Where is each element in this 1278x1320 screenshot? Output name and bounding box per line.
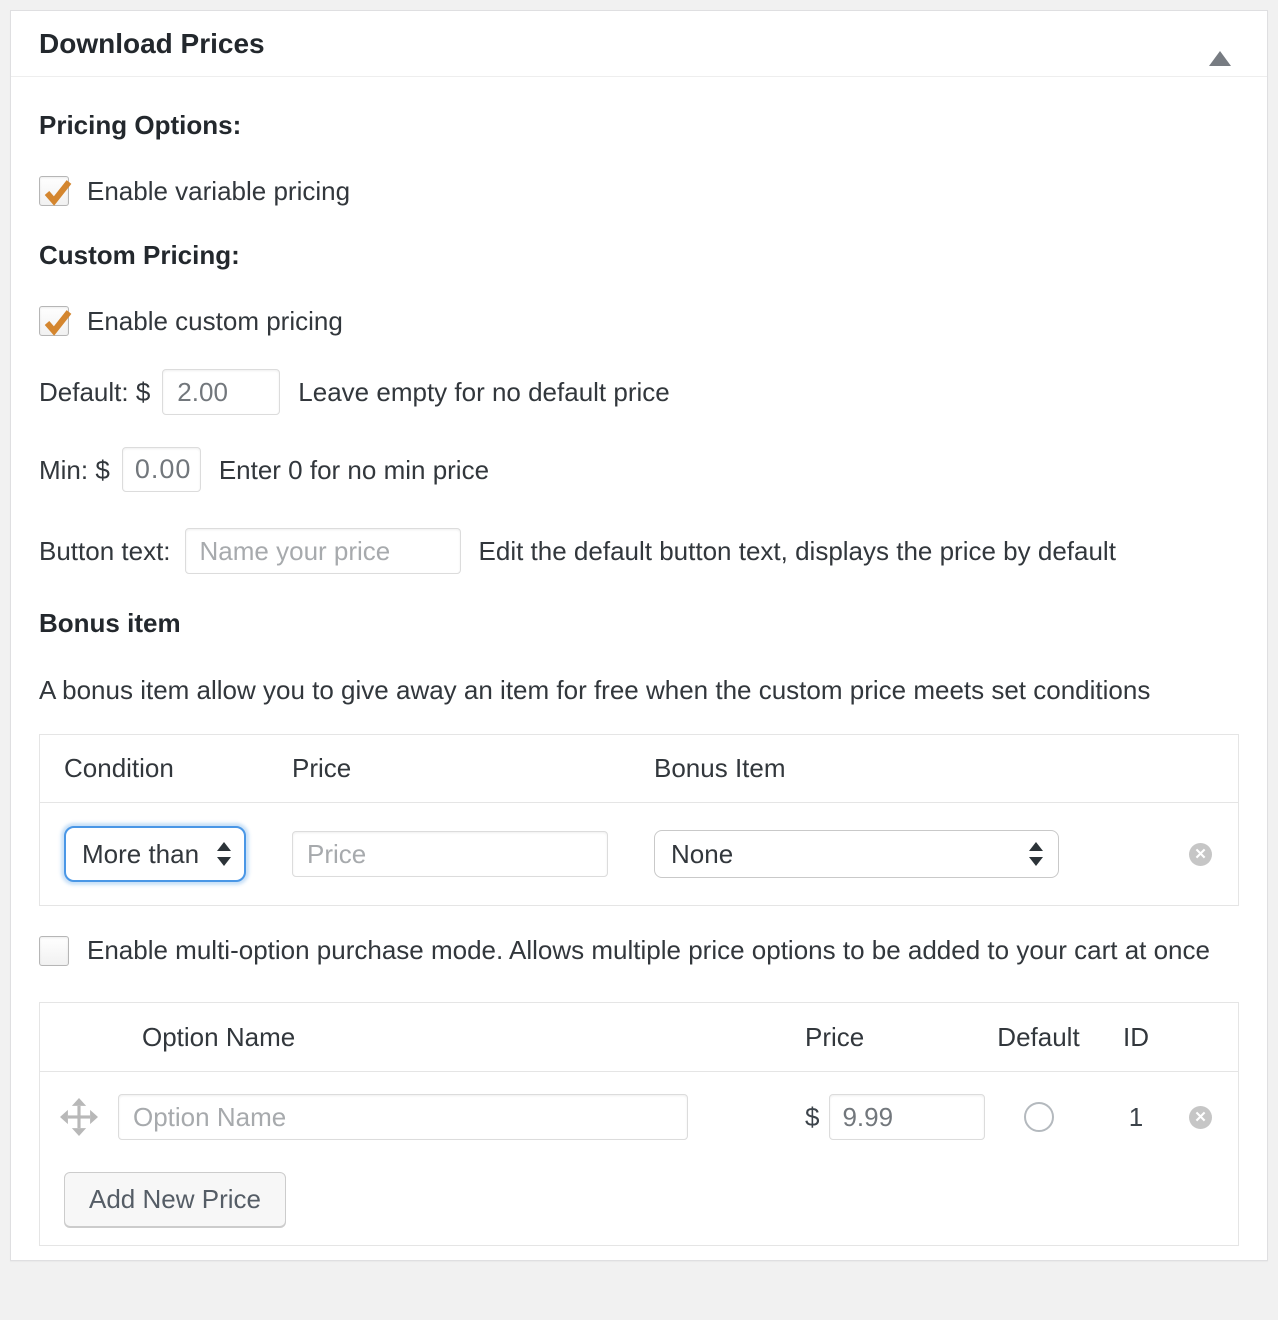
custom-pricing-enable-label: Enable custom pricing bbox=[87, 306, 343, 336]
collapse-button[interactable] bbox=[1201, 28, 1239, 59]
add-price-row: Add New Price bbox=[40, 1140, 1238, 1245]
min-price-row: Min: $ Enter 0 for no min price bbox=[39, 447, 1239, 492]
triangle-up-icon bbox=[1209, 36, 1231, 66]
metabox-header: Download Prices bbox=[11, 11, 1267, 77]
custom-pricing-row: Enable custom pricing bbox=[39, 306, 1239, 336]
min-price-input[interactable] bbox=[122, 447, 201, 492]
bonus-item-table: Condition Price Bonus Item More than bbox=[39, 734, 1239, 906]
multi-option-label: Enable multi-option purchase mode. Allow… bbox=[87, 930, 1210, 970]
custom-pricing-label: Custom Pricing: bbox=[39, 240, 1239, 270]
default-price-label: Default: $ bbox=[39, 377, 150, 407]
variable-pricing-checkbox[interactable] bbox=[39, 176, 69, 206]
option-name-column-header: Option Name bbox=[118, 1022, 733, 1053]
multi-option-checkbox[interactable] bbox=[39, 936, 69, 966]
button-text-input[interactable] bbox=[185, 528, 461, 574]
min-price-hint: Enter 0 for no min price bbox=[219, 455, 489, 485]
condition-select-value: More than bbox=[82, 839, 199, 870]
id-column-header: ID bbox=[1104, 1022, 1168, 1053]
default-price-input[interactable] bbox=[162, 369, 280, 415]
condition-select[interactable]: More than bbox=[64, 826, 246, 882]
option-name-input[interactable] bbox=[118, 1094, 688, 1140]
bonus-item-select[interactable]: None bbox=[654, 830, 1059, 878]
checkmark-icon bbox=[41, 175, 75, 209]
option-id-value: 1 bbox=[1104, 1102, 1168, 1133]
select-spinner-icon bbox=[1028, 840, 1044, 868]
multi-option-row: Enable multi-option purchase mode. Allow… bbox=[39, 936, 1239, 970]
default-price-row: Default: $ Leave empty for no default pr… bbox=[39, 369, 1239, 415]
button-text-hint: Edit the default button text, displays t… bbox=[479, 536, 1116, 566]
remove-condition-icon[interactable]: ✕ bbox=[1189, 843, 1212, 866]
checkmark-icon bbox=[41, 305, 75, 339]
custom-pricing-checkbox[interactable] bbox=[39, 306, 69, 336]
price-options-header: Option Name Price Default ID bbox=[40, 1003, 1238, 1072]
bonus-price-input[interactable] bbox=[292, 831, 608, 877]
metabox-title: Download Prices bbox=[39, 28, 265, 60]
bonus-item-heading: Bonus item bbox=[39, 608, 1239, 638]
pricing-options-label: Pricing Options: bbox=[39, 110, 1239, 140]
bonus-item-select-value: None bbox=[671, 839, 733, 870]
variable-pricing-label: Enable variable pricing bbox=[87, 176, 350, 206]
bonus-item-description: A bonus item allow you to give away an i… bbox=[39, 674, 1239, 706]
price-column-header: Price bbox=[268, 753, 630, 784]
currency-symbol: $ bbox=[805, 1102, 819, 1133]
default-price-hint: Leave empty for no default price bbox=[298, 377, 669, 407]
default-price-radio[interactable] bbox=[1024, 1102, 1054, 1132]
price-column-header: Price bbox=[733, 1022, 973, 1053]
condition-column-header: Condition bbox=[40, 753, 268, 784]
variable-pricing-row: Enable variable pricing bbox=[39, 176, 1239, 206]
remove-option-icon[interactable]: ✕ bbox=[1189, 1106, 1212, 1129]
bonus-item-column-header: Bonus Item bbox=[630, 753, 1164, 784]
bonus-table-header: Condition Price Bonus Item bbox=[40, 735, 1238, 803]
add-new-price-button[interactable]: Add New Price bbox=[64, 1172, 286, 1227]
bonus-condition-row: More than None bbox=[40, 803, 1238, 905]
price-options-table: Option Name Price Default ID bbox=[39, 1002, 1239, 1246]
min-price-label: Min: $ bbox=[39, 455, 110, 485]
metabox-body: Pricing Options: Enable variable pricing… bbox=[11, 110, 1267, 1260]
drag-handle[interactable] bbox=[40, 1098, 118, 1136]
select-spinner-icon bbox=[216, 840, 232, 868]
price-option-row: $ 1 ✕ bbox=[40, 1072, 1238, 1140]
button-text-row: Button text: Edit the default button tex… bbox=[39, 528, 1239, 574]
download-prices-metabox: Download Prices Pricing Options: Enable … bbox=[10, 10, 1268, 1261]
option-price-input[interactable] bbox=[829, 1094, 985, 1140]
move-icon bbox=[60, 1098, 98, 1136]
default-column-header: Default bbox=[973, 1022, 1104, 1053]
button-text-label: Button text: bbox=[39, 536, 171, 566]
